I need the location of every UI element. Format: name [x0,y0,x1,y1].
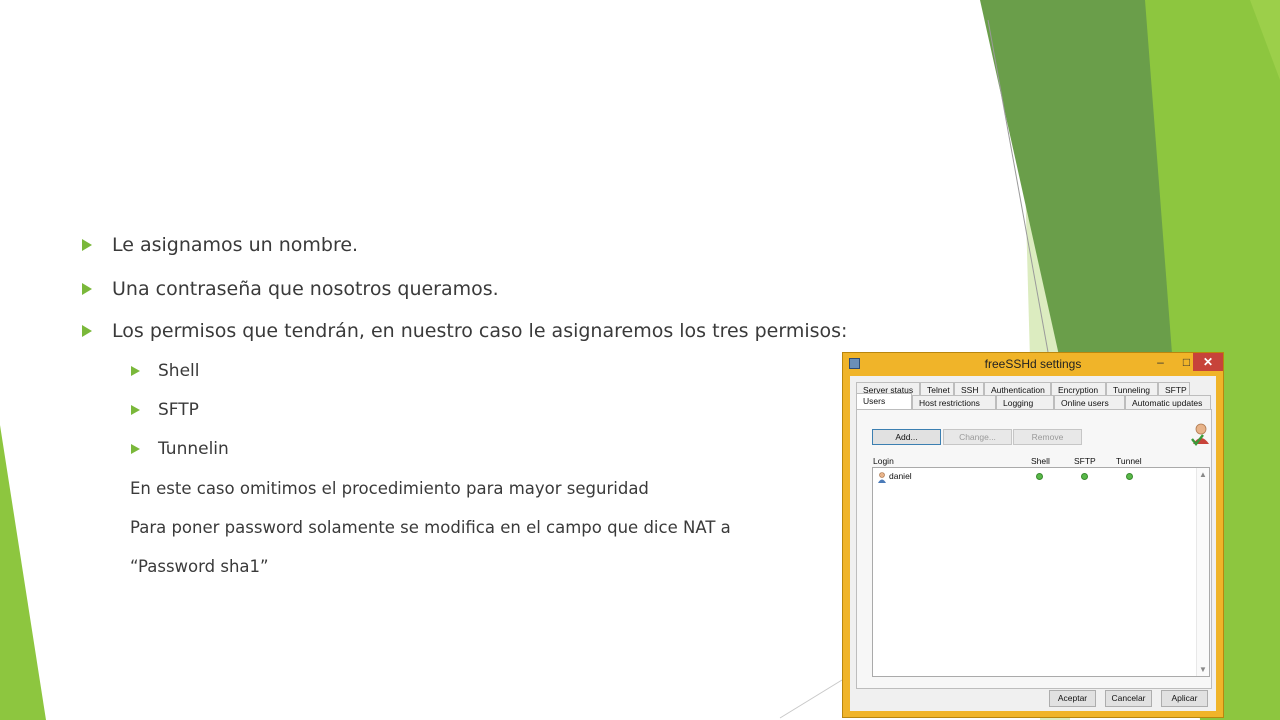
list-scrollbar[interactable]: ▲ ▼ [1196,468,1209,676]
sub-bullet-sftp: SFTP [131,400,199,420]
apply-button[interactable]: Aplicar [1161,690,1208,707]
bullet-arrow-icon [131,444,140,454]
sub-bullet-text: SFTP [158,400,199,420]
tab-tunneling[interactable]: Tunneling [1106,382,1158,396]
column-sftp: SFTP [1074,456,1096,466]
bullet-3: Los permisos que tendrán, en nuestro cas… [82,320,847,342]
tab-ssh[interactable]: SSH [954,382,984,396]
bullet-text: Le asignamos un nombre. [112,234,359,256]
tab-row-bottom: Users Host restrictions Logging Online u… [856,393,1211,409]
decorative-thin-line-lower [779,679,843,719]
users-list[interactable]: daniel ▲ ▼ [872,467,1210,677]
bullet-arrow-icon [82,325,92,337]
bullet-arrow-icon [82,239,92,251]
tab-telnet[interactable]: Telnet [920,382,954,396]
tab-host-restrictions[interactable]: Host restrictions [912,395,996,409]
remove-user-button[interactable]: Remove [1013,429,1082,445]
tab-automatic-updates[interactable]: Automatic updates [1125,395,1211,409]
bullet-arrow-icon [131,366,140,376]
bullet-arrow-icon [131,405,140,415]
freesshd-settings-window: freeSSHd settings – □ ✕ Server status Te… [842,352,1224,718]
tunnel-enabled-icon [1126,473,1133,480]
minimize-button[interactable]: – [1147,353,1174,371]
sub-bullet-text: Shell [158,361,200,381]
close-button[interactable]: ✕ [1193,353,1223,371]
column-login: Login [873,456,894,466]
sub-bullet-shell: Shell [131,361,199,381]
sub-bullet-text: Tunnelin [158,439,229,459]
user-icon [878,472,886,483]
tab-authentication[interactable]: Authentication [984,382,1051,396]
paragraph-security: En este caso omitimos el procedimiento p… [130,479,649,498]
tab-online-users[interactable]: Online users [1054,395,1125,409]
column-shell: Shell [1031,456,1050,466]
column-tunnel: Tunnel [1116,456,1142,466]
tab-encryption[interactable]: Encryption [1051,382,1106,396]
bullet-2: Una contraseña que nosotros queramos. [82,278,499,300]
add-user-button[interactable]: Add... [872,429,941,445]
bullet-text: Los permisos que tendrán, en nuestro cas… [112,320,848,342]
sftp-enabled-icon [1081,473,1088,480]
scroll-up-icon[interactable]: ▲ [1199,470,1207,479]
window-titlebar[interactable]: freeSSHd settings – □ ✕ [843,353,1223,375]
tab-users[interactable]: Users [856,393,912,409]
user-login: daniel [889,471,912,481]
tab-logging[interactable]: Logging [996,395,1054,409]
ok-button[interactable]: Aceptar [1049,690,1096,707]
left-green-triangle [0,425,46,720]
window-client-area: Server status Telnet SSH Authentication … [850,376,1216,711]
bullet-text: Una contraseña que nosotros queramos. [112,278,499,300]
user-check-icon [1191,423,1209,446]
paragraph-password: Para poner password solamente se modific… [130,518,731,537]
cancel-button[interactable]: Cancelar [1105,690,1152,707]
tab-sftp[interactable]: SFTP [1158,382,1190,396]
shell-enabled-icon [1036,473,1043,480]
bullet-arrow-icon [82,283,92,295]
scroll-down-icon[interactable]: ▼ [1199,665,1207,674]
change-user-button[interactable]: Change... [943,429,1012,445]
sub-bullet-tunnelin: Tunnelin [131,439,229,459]
table-row[interactable]: daniel [875,471,1195,483]
bullet-1: Le asignamos un nombre. [82,234,358,256]
paragraph-sha1: “Password sha1” [130,557,269,576]
users-tab-panel: Add... Change... Remove Login Shell SFTP… [856,409,1212,689]
